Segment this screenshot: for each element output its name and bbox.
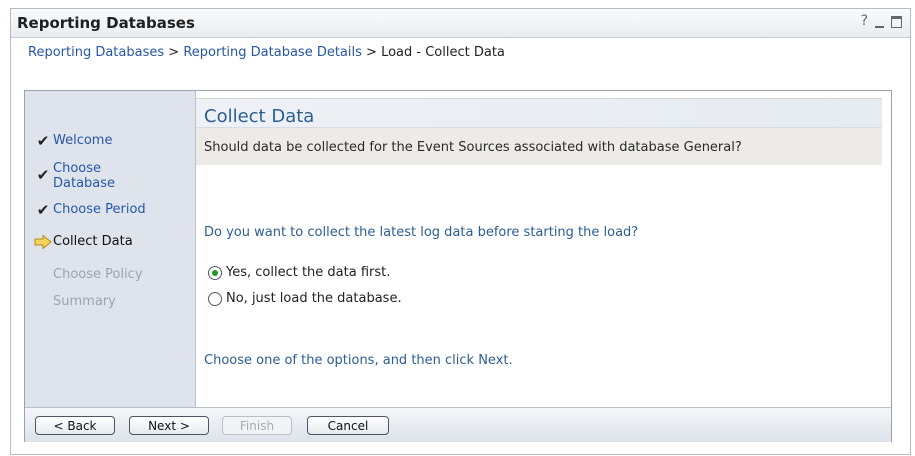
minimize-icon[interactable] [875,17,884,28]
step-choose-period[interactable]: ✔ Choose Period [33,202,183,218]
window-controls: ? [861,13,902,29]
checkmark-icon: ✔ [36,201,50,219]
page-title: Collect Data [204,106,315,127]
breadcrumb-link-reporting-databases[interactable]: Reporting Databases [28,45,164,60]
option-label: No, just load the database. [226,291,402,306]
checkmark-icon: ✔ [36,166,50,184]
page-description: Should data be collected for the Event S… [204,140,742,155]
wizard-steps-sidebar: ✔ Welcome ✔ Choose Database ✔ Choose Per… [25,91,196,407]
next-button[interactable]: Next > [129,416,209,435]
step-label: Choose Database [53,161,116,191]
content-header: Collect Data Should data be collected fo… [196,98,882,165]
breadcrumb-separator: > [366,45,377,60]
step-welcome[interactable]: ✔ Welcome [33,133,183,149]
breadcrumb-link-database-details[interactable]: Reporting Database Details [183,45,362,60]
step-label: Choose Period [53,202,146,217]
option-label: Yes, collect the data first. [226,265,391,280]
step-choose-database[interactable]: ✔ Choose Database [33,161,116,191]
radio-button-checked[interactable] [208,265,222,280]
step-collect-data: Collect Data [33,234,183,251]
step-label: Choose Policy [53,267,143,282]
step-label: Welcome [53,133,113,148]
help-icon[interactable]: ? [861,13,868,29]
question-text: Do you want to collect the latest log da… [204,225,639,240]
step-label: Summary [53,294,116,309]
wizard-button-bar: < Back Next > Finish Cancel [25,407,891,442]
breadcrumb: Reporting Databases > Reporting Database… [28,45,505,60]
radio-button-unchecked[interactable] [208,291,222,306]
breadcrumb-separator: > [168,45,180,60]
step-choose-policy: Choose Policy [33,267,183,282]
step-summary: Summary [33,294,183,309]
current-step-arrow-icon [33,234,53,251]
option-yes-collect[interactable]: Yes, collect the data first. [208,265,390,280]
window-title: Reporting Databases [17,14,195,32]
back-button[interactable]: < Back [35,416,115,435]
maximize-icon[interactable] [891,16,902,28]
checkmark-icon: ✔ [36,132,50,150]
wizard-content: Collect Data Should data be collected fo… [196,91,891,407]
title-bar: Reporting Databases ? [11,9,910,38]
wizard-panel: ✔ Welcome ✔ Choose Database ✔ Choose Per… [24,90,892,442]
cancel-button[interactable]: Cancel [307,416,389,435]
option-no-load[interactable]: No, just load the database. [208,291,402,306]
breadcrumb-current: Load - Collect Data [381,45,505,60]
step-label: Collect Data [53,234,133,249]
finish-button: Finish [222,416,292,435]
instruction-text: Choose one of the options, and then clic… [204,353,513,368]
